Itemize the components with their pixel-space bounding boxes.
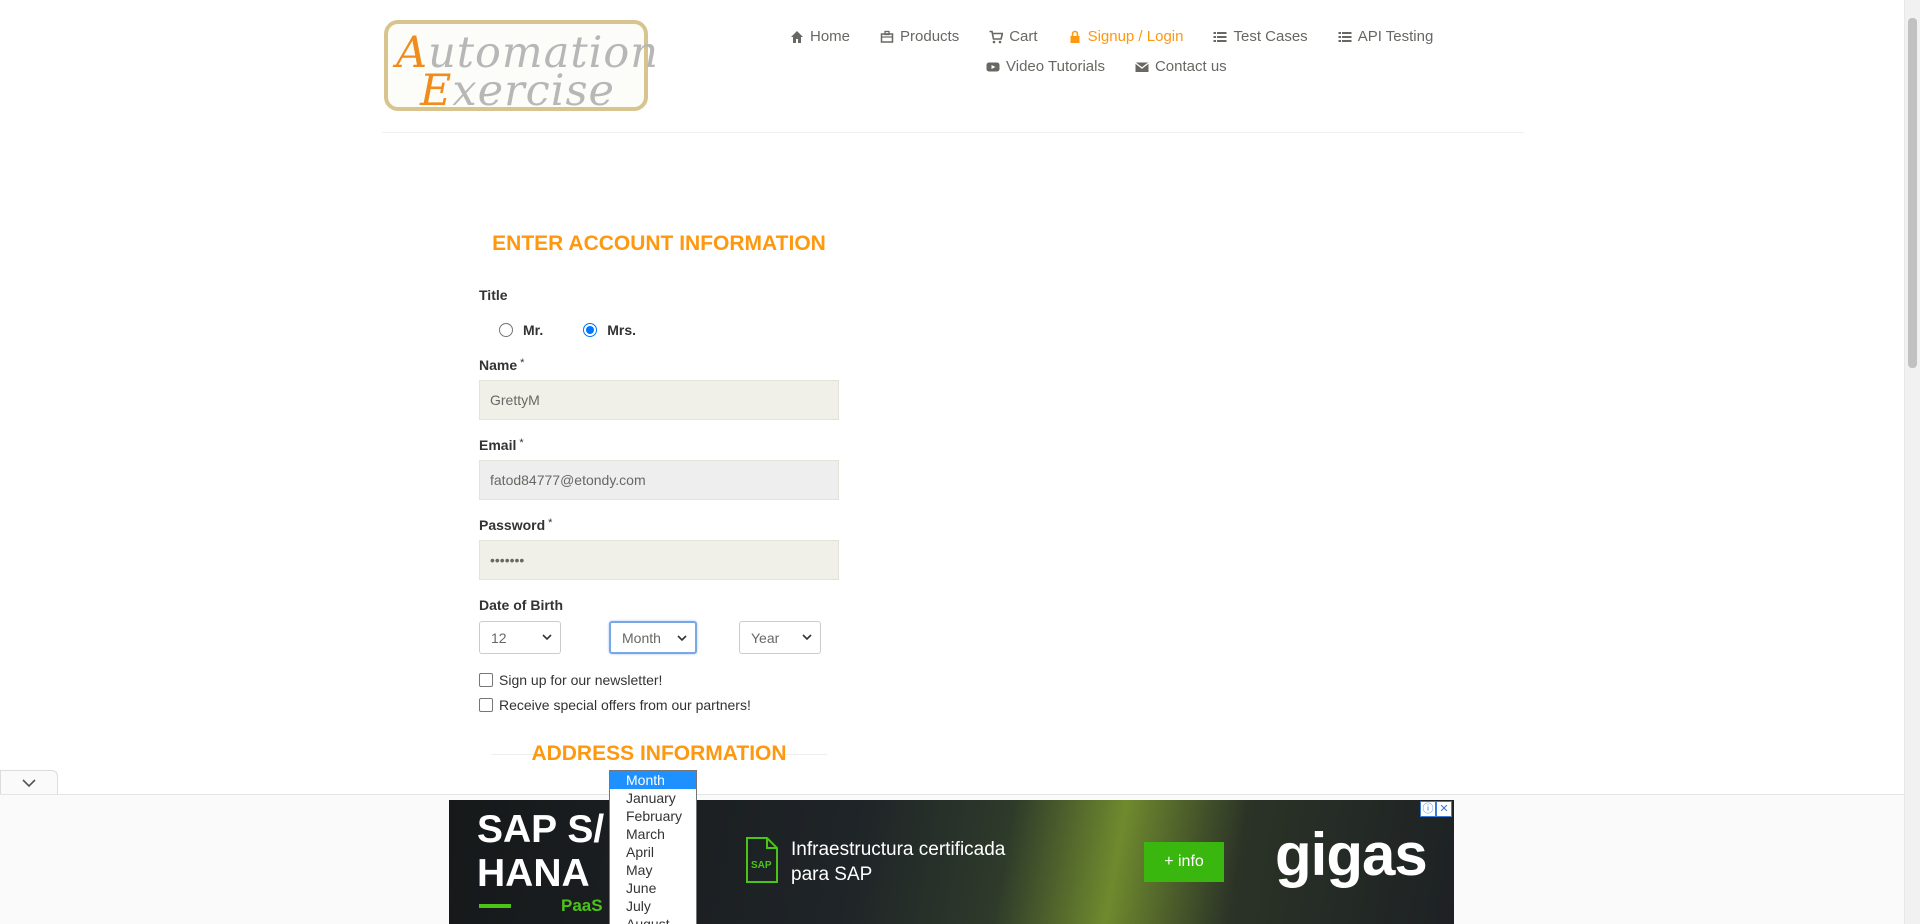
main-nav-row-1: Home Products Cart Signup / Login Test C… — [790, 28, 1463, 45]
month-option[interactable]: April — [610, 843, 696, 861]
ad-product-line-2: HANA — [477, 852, 590, 895]
nav-products[interactable]: Products — [880, 28, 959, 45]
nav-signup-login-label: Signup / Login — [1087, 28, 1184, 45]
password-label-text: Password — [479, 517, 546, 533]
month-dropdown-list: Month January February March April May J… — [609, 770, 697, 924]
offers-checkbox[interactable] — [479, 698, 493, 712]
month-option[interactable]: July — [610, 897, 696, 915]
dob-month-select[interactable]: Month — [609, 621, 697, 654]
nav-api-testing[interactable]: API Testing — [1338, 28, 1434, 45]
address-info-heading: ADDRESS INFORMATION — [531, 742, 787, 765]
ad-certification-text: Infraestructura certificada para SAP — [791, 837, 1005, 887]
nav-contact-us[interactable]: Contact us — [1135, 58, 1227, 75]
chevron-down-icon — [542, 634, 552, 641]
dob-label: Date of Birth — [479, 597, 563, 613]
cart-icon — [989, 30, 1004, 44]
envelope-icon — [1135, 60, 1149, 74]
ad-collapse-tab[interactable] — [0, 770, 58, 795]
email-input[interactable]: fatod84777@etondy.com — [479, 460, 839, 500]
offers-label: Receive special offers from our partners… — [499, 697, 751, 713]
ad-product-line-1: SAP S/ — [477, 808, 605, 851]
ad-info-icon[interactable]: ⓘ — [1420, 801, 1436, 817]
ad-info-button[interactable]: + info — [1144, 842, 1224, 882]
list-icon — [1213, 30, 1227, 44]
ad-paas-label: PaaS — [561, 896, 603, 915]
nav-api-testing-label: API Testing — [1357, 28, 1434, 45]
title-mr-radio[interactable] — [499, 323, 513, 337]
month-option[interactable]: Month — [610, 771, 696, 789]
nav-signup-login[interactable]: Signup / Login — [1068, 28, 1184, 45]
newsletter-row: Sign up for our newsletter! — [479, 672, 662, 688]
sap-document-icon: SAP — [746, 837, 778, 883]
nav-products-label: Products — [900, 28, 960, 45]
scrollbar-thumb[interactable] — [1908, 18, 1917, 368]
nav-video-tutorials[interactable]: Video Tutorials — [986, 58, 1105, 75]
title-radio-group: Mr. Mrs. — [499, 322, 636, 338]
offers-row: Receive special offers from our partners… — [479, 697, 751, 713]
title-label: Title — [479, 287, 508, 303]
chevron-down-icon — [677, 635, 687, 642]
ad-brand-logo: gigas — [1275, 821, 1428, 888]
newsletter-checkbox[interactable] — [479, 673, 493, 687]
month-option[interactable]: June — [610, 879, 696, 897]
dob-month-value: Month — [622, 629, 661, 646]
email-label-text: Email — [479, 437, 517, 453]
newsletter-label: Sign up for our newsletter! — [499, 672, 663, 688]
month-option[interactable]: February — [610, 807, 696, 825]
ad-controls: ⓘ ✕ — [1420, 801, 1452, 817]
home-icon — [790, 30, 804, 44]
products-icon — [880, 30, 894, 44]
dob-year-value: Year — [751, 629, 780, 646]
nav-home[interactable]: Home — [790, 28, 850, 45]
nav-home-label: Home — [810, 28, 851, 45]
required-mark: * — [519, 437, 524, 449]
lock-icon — [1068, 30, 1082, 44]
name-input[interactable]: GrettyM — [479, 380, 839, 420]
nav-contact-us-label: Contact us — [1154, 58, 1227, 75]
nav-cart[interactable]: Cart — [989, 28, 1038, 45]
sap-icon-text: SAP — [751, 860, 772, 871]
chevron-down-icon — [22, 779, 36, 788]
title-mr-label: Mr. — [523, 322, 544, 338]
logo-cap-e: E — [420, 66, 453, 116]
dob-day-select[interactable]: 12 — [479, 621, 561, 654]
page-scrollbar[interactable] — [1904, 0, 1920, 924]
title-mrs-radio[interactable] — [583, 323, 598, 337]
dob-day-value: 12 — [491, 629, 507, 646]
ad-close-icon[interactable]: ✕ — [1436, 801, 1452, 817]
required-mark: * — [520, 357, 525, 369]
advertisement-banner[interactable]: SAP S/ HANA PaaS SAP Infraestructura cer… — [449, 800, 1454, 924]
chevron-down-icon — [802, 634, 812, 641]
ad-product-name: SAP S/ HANA — [477, 808, 604, 896]
dob-year-select[interactable]: Year — [739, 621, 821, 654]
youtube-icon — [986, 60, 1000, 74]
list-icon — [1338, 30, 1352, 44]
name-label-text: Name — [479, 357, 518, 373]
name-label: Name * — [479, 357, 524, 373]
site-header: Automation Exercise Home Products Cart S… — [382, 0, 1524, 133]
nav-video-tutorials-label: Video Tutorials — [1006, 58, 1105, 75]
password-input[interactable]: ••••••• — [479, 540, 839, 580]
main-nav-row-2: Video Tutorials Contact us — [986, 58, 1257, 75]
nav-test-cases-label: Test Cases — [1233, 28, 1308, 45]
required-mark: * — [548, 517, 553, 529]
month-option[interactable]: March — [610, 825, 696, 843]
month-option[interactable]: August — [610, 915, 696, 924]
password-label: Password * — [479, 517, 552, 533]
nav-cart-label: Cart — [1009, 28, 1038, 45]
month-option[interactable]: May — [610, 861, 696, 879]
title-mrs-label: Mrs. — [607, 322, 637, 338]
account-info-heading: ENTER ACCOUNT INFORMATION — [492, 232, 826, 255]
month-option[interactable]: January — [610, 789, 696, 807]
ad-cert-line-1: Infraestructura certificada — [791, 839, 1006, 860]
email-label: Email * — [479, 437, 524, 453]
logo-text-2: xercise — [452, 66, 615, 116]
nav-test-cases[interactable]: Test Cases — [1213, 28, 1308, 45]
site-logo[interactable]: Automation Exercise — [384, 20, 658, 116]
ad-accent-bar — [479, 904, 511, 908]
ad-cert-line-2: para SAP — [791, 864, 873, 885]
